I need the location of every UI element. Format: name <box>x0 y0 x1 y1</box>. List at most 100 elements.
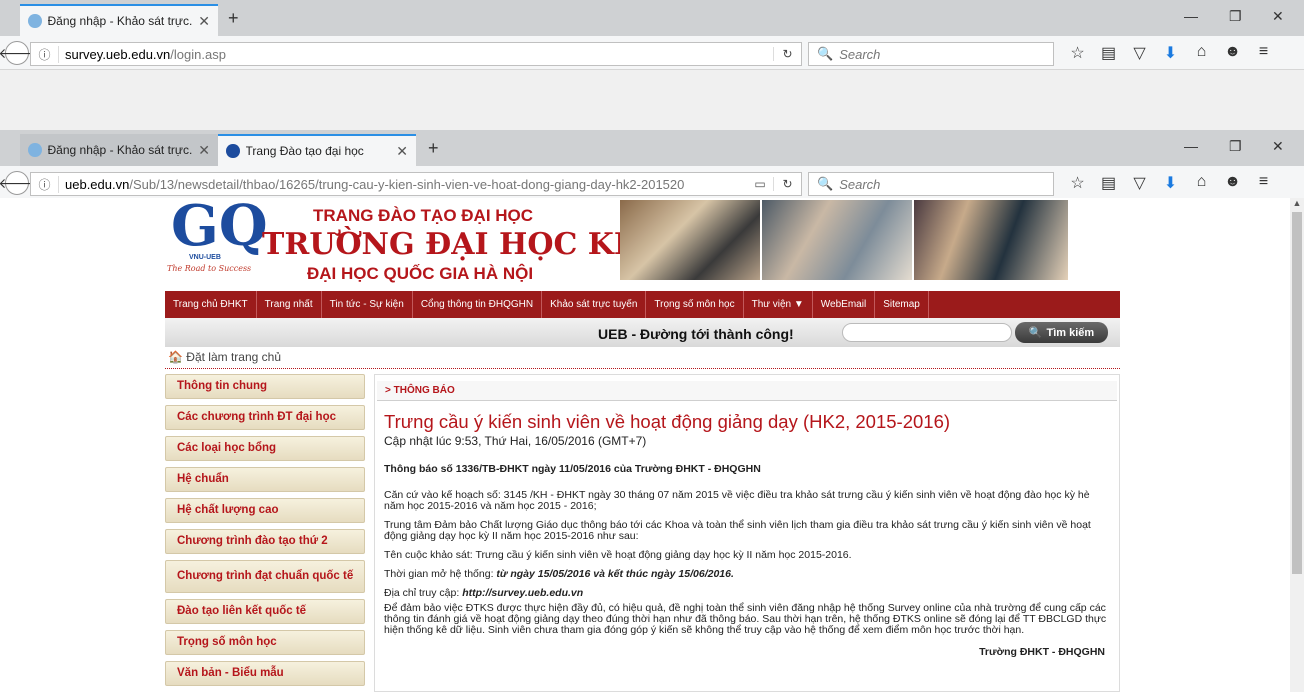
home-icon[interactable]: ⌂ <box>1186 43 1217 63</box>
download-icon[interactable]: ⬇ <box>1155 173 1186 193</box>
close-window-button[interactable]: ✕ <box>1272 8 1284 25</box>
home-icon[interactable]: ⌂ <box>1186 173 1217 193</box>
menu-item-tin-tuc[interactable]: Tin tức - Sự kiện <box>322 291 413 318</box>
search-icon: 🔍 <box>1028 327 1043 339</box>
tab-dao-tao-dai-hoc[interactable]: Trang Đào tạo đại học ✕ <box>218 134 416 166</box>
sidebar-item-lien-ket[interactable]: Đào tạo liên kết quốc tế <box>165 599 365 624</box>
download-icon[interactable]: ⬇ <box>1155 43 1186 63</box>
section-heading[interactable]: > THÔNG BÁO <box>377 381 1117 401</box>
search-icon: 🔍 <box>817 46 834 61</box>
pocket-icon[interactable]: ▽ <box>1124 43 1155 63</box>
menu-item-trang-nhat[interactable]: Trang nhất <box>257 291 322 318</box>
minimize-button[interactable]: — <box>1184 138 1198 154</box>
restore-button[interactable]: ❐ <box>1229 138 1242 155</box>
nav-toolbar: 🡐 ⓘ survey.ueb.edu.vn/login.asp ↻ 🔍 Sear… <box>0 36 1304 70</box>
menu-item-cong-thong-tin[interactable]: Cổng thông tin ĐHQGHN <box>413 291 543 318</box>
menu-item-sitemap[interactable]: Sitemap <box>875 291 929 318</box>
tab-survey-login[interactable]: Đăng nhập - Khảo sát trực... ✕ <box>20 134 218 166</box>
paragraph-5: Địa chỉ truy cập: http://survey.ueb.edu.… <box>384 587 584 599</box>
reading-list-icon[interactable]: ▤ <box>1093 173 1124 193</box>
scroll-up-icon[interactable]: ▲ <box>1290 198 1304 212</box>
back-button[interactable]: 🡐 <box>0 41 36 65</box>
notice-number: Thông báo số 1336/TB-ĐHKT ngày 11/05/201… <box>384 463 761 475</box>
tab-survey-login[interactable]: Đăng nhập - Khảo sát trực... ✕ <box>20 4 218 36</box>
sidebar-item-van-ban[interactable]: Văn bản - Biểu mẫu <box>165 661 365 686</box>
search-icon: 🔍 <box>817 176 834 191</box>
article-panel: > THÔNG BÁO Trưng cầu ý kiến sinh viên v… <box>374 374 1120 692</box>
globe-icon <box>28 14 42 28</box>
page-scrollbar[interactable]: ▲ <box>1290 198 1304 692</box>
sidebar-item-hoc-bong[interactable]: Các loại học bổng <box>165 436 365 461</box>
menu-item-thu-vien[interactable]: Thư viện ▼ <box>744 291 813 318</box>
tab-bar: Đăng nhập - Khảo sát trực... ✕ + — ❐ ✕ <box>0 0 1304 36</box>
divider <box>165 368 1120 369</box>
close-window-button[interactable]: ✕ <box>1272 138 1284 155</box>
set-homepage-link[interactable]: 🏠 Đặt làm trang chủ <box>168 350 281 364</box>
ueb-logo[interactable]: GQ VNU-UEB The Road to Success <box>165 198 268 282</box>
site-header: GQ VNU-UEB The Road to Success TRANG ĐÀO… <box>165 198 1120 290</box>
ueb-favicon-icon <box>226 144 240 158</box>
reload-icon[interactable]: ↻ <box>773 177 801 191</box>
pocket-icon[interactable]: ▽ <box>1124 173 1155 193</box>
browser-window-1: Đăng nhập - Khảo sát trực... ✕ + — ❐ ✕ 🡐… <box>0 0 1304 70</box>
header-line-1: TRANG ĐÀO TẠO ĐẠI HỌC <box>313 206 534 225</box>
header-line-3: ĐẠI HỌC QUỐC GIA HÀ NỘI <box>307 264 534 283</box>
url-text: ueb.edu.vn/Sub/13/newsdetail/thbao/16265… <box>65 176 685 192</box>
browser-window-2: Đăng nhập - Khảo sát trực... ✕ Trang Đào… <box>0 130 1304 200</box>
slogan-bar: UEB - Đường tới thành công! 🔍 Tìm kiếm <box>165 318 1120 347</box>
search-input[interactable]: 🔍 Search <box>808 42 1054 66</box>
signature: Trường ĐHKT - ĐHQGHN <box>979 646 1105 658</box>
menu-icon[interactable]: ≡ <box>1248 43 1279 63</box>
sidebar-item-chuan-quoc-te[interactable]: Chương trình đạt chuẩn quốc tế <box>165 560 365 593</box>
window-1-blank-area <box>0 70 1304 130</box>
menu-icon[interactable]: ≡ <box>1248 173 1279 193</box>
new-tab-button[interactable]: + <box>228 8 239 29</box>
reload-icon[interactable]: ↻ <box>773 47 801 61</box>
reader-view-icon[interactable]: ▭ <box>747 177 773 191</box>
search-input[interactable]: 🔍 Search <box>808 172 1054 196</box>
reading-list-icon[interactable]: ▤ <box>1093 43 1124 63</box>
bookmark-star-icon[interactable]: ☆ <box>1062 173 1093 193</box>
site-search-input[interactable] <box>842 323 1012 342</box>
menu-item-khao-sat[interactable]: Khảo sát trực tuyến <box>542 291 647 318</box>
sidebar-item-trong-so[interactable]: Trọng số môn học <box>165 630 365 655</box>
paragraph-1: Căn cứ vào kế hoạch số: 3145 /KH - ĐHKT … <box>384 489 1090 512</box>
url-bar[interactable]: ⓘ survey.ueb.edu.vn/login.asp ↻ <box>30 42 802 66</box>
menu-item-trong-so[interactable]: Trọng số môn học <box>646 291 744 318</box>
info-icon[interactable]: ⓘ <box>31 45 59 63</box>
minimize-button[interactable]: — <box>1184 8 1198 24</box>
web-page: GQ VNU-UEB The Road to Success TRANG ĐÀO… <box>0 198 1290 692</box>
menu-item-webemail[interactable]: WebEmail <box>813 291 876 318</box>
slogan-text: UEB - Đường tới thành công! <box>598 326 794 342</box>
menu-item-trang-chu[interactable]: Trang chủ ĐHKT <box>165 291 257 318</box>
close-tab-icon[interactable]: ✕ <box>396 143 408 160</box>
nav-toolbar: 🡐 ⓘ ueb.edu.vn/Sub/13/newsdetail/thbao/1… <box>0 166 1304 200</box>
back-button[interactable]: 🡐 <box>0 171 36 195</box>
close-tab-icon[interactable]: ✕ <box>198 142 210 159</box>
paragraph-2: Trung tâm Đảm bảo Chất lượng Giáo dục th… <box>384 519 1091 542</box>
sidebar-item-clc[interactable]: Hệ chất lượng cao <box>165 498 365 523</box>
smiley-icon[interactable]: ☻ <box>1217 43 1248 63</box>
survey-url[interactable]: http://survey.ueb.edu.vn <box>462 587 583 599</box>
close-tab-icon[interactable]: ✕ <box>198 13 210 30</box>
info-icon[interactable]: ⓘ <box>31 175 59 193</box>
sidebar-item-chuong-trinh-dt[interactable]: Các chương trình ĐT đại học <box>165 405 365 430</box>
home-icon: 🏠 <box>168 350 183 364</box>
tab-bar: Đăng nhập - Khảo sát trực... ✕ Trang Đào… <box>0 130 1304 166</box>
sidebar-item-thong-tin-chung[interactable]: Thông tin chung <box>165 374 365 399</box>
logo-sub: VNU-UEB <box>189 254 221 261</box>
restore-button[interactable]: ❐ <box>1229 8 1242 25</box>
smiley-icon[interactable]: ☻ <box>1217 173 1248 193</box>
url-text: survey.ueb.edu.vn/login.asp <box>65 46 226 62</box>
scroll-thumb[interactable] <box>1292 212 1302 574</box>
main-menu: Trang chủ ĐHKT Trang nhất Tin tức - Sự k… <box>165 291 1120 318</box>
new-tab-button[interactable]: + <box>428 138 439 159</box>
toolbar-icons: ☆ ▤ ▽ ⬇ ⌂ ☻ ≡ <box>1062 43 1279 63</box>
bookmark-star-icon[interactable]: ☆ <box>1062 43 1093 63</box>
sidebar-item-he-chuan[interactable]: Hệ chuẩn <box>165 467 365 492</box>
sidebar-item-thu-2[interactable]: Chương trình đào tạo thứ 2 <box>165 529 365 554</box>
header-photo-students <box>762 200 912 280</box>
logo-mark: GQ <box>171 198 268 259</box>
site-search-button[interactable]: 🔍 Tìm kiếm <box>1015 322 1108 343</box>
url-bar[interactable]: ⓘ ueb.edu.vn/Sub/13/newsdetail/thbao/162… <box>30 172 802 196</box>
